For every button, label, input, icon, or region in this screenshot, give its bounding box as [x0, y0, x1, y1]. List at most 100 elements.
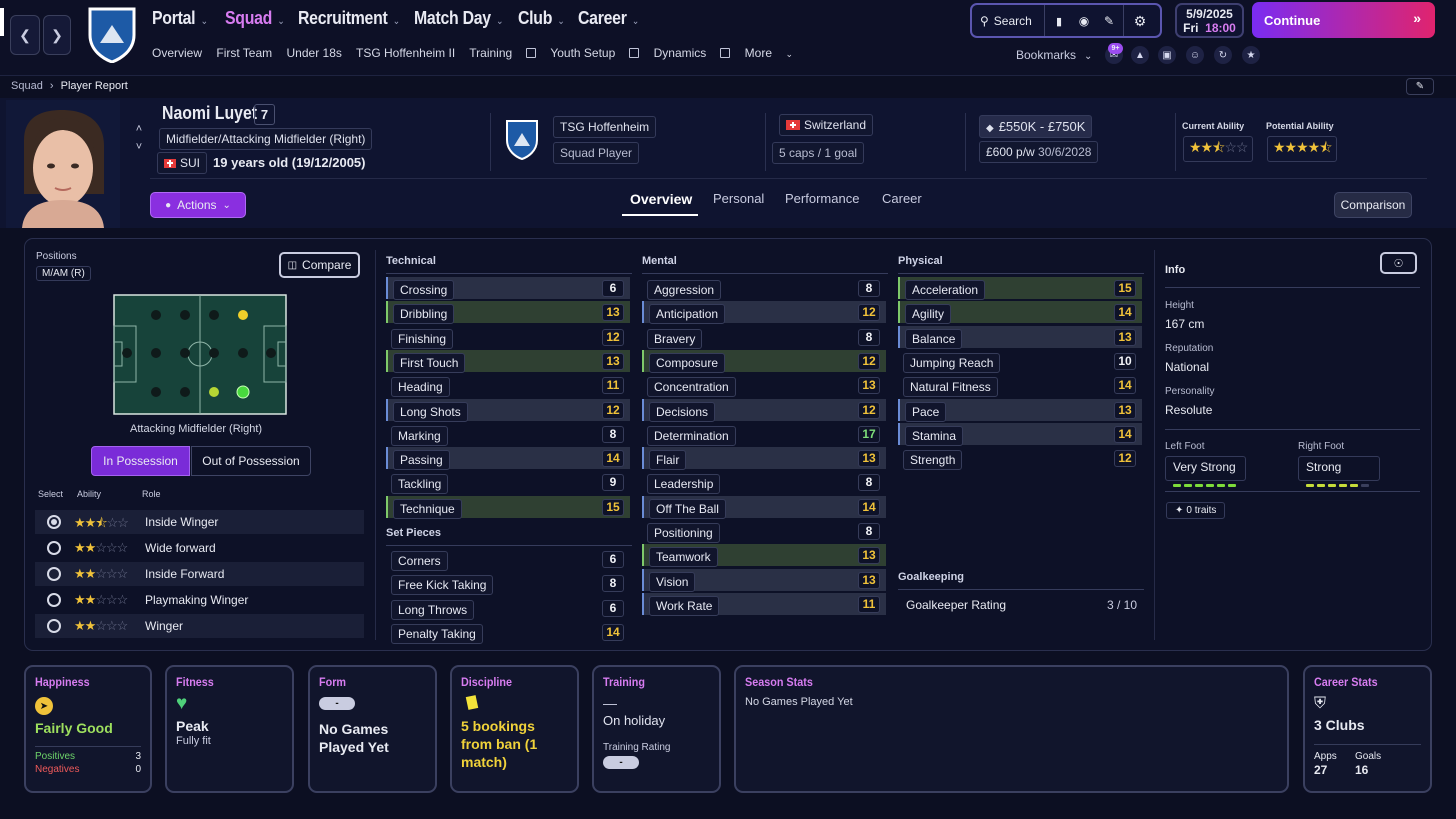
attribute-row[interactable]: Teamwork 13 — [642, 544, 886, 568]
nav-squad[interactable]: Squad ⌄ — [225, 8, 285, 29]
form-card[interactable]: Form - No Games Played Yet — [308, 665, 437, 793]
attribute-row[interactable]: Agility 14 — [898, 301, 1142, 325]
date-display[interactable]: 5/9/2025 Fri 18:00 — [1175, 3, 1244, 38]
happiness-card[interactable]: Happiness ➤ Fairly Good Positives 3 Negat… — [24, 665, 152, 793]
club-pill[interactable]: TSG Hoffenheim — [553, 116, 657, 138]
bookmark-icon[interactable]: ▮ — [1048, 11, 1070, 31]
attribute-row[interactable]: Free Kick Taking 8 — [386, 572, 630, 596]
nav-match-day[interactable]: Match Day ⌄ — [414, 8, 504, 29]
continue-button[interactable]: Continue » — [1252, 2, 1435, 38]
attribute-row[interactable]: Stamina 14 — [898, 422, 1142, 446]
attribute-row[interactable]: Positioning 8 — [642, 520, 886, 543]
tab-performance[interactable]: Performance — [785, 191, 859, 206]
attribute-row[interactable]: Anticipation 12 — [642, 301, 886, 325]
attribute-row[interactable]: Long Shots 12 — [386, 398, 630, 422]
role-row[interactable]: ★★☆☆☆ Winger — [35, 614, 364, 638]
subnav-dynamics[interactable]: Dynamics — [654, 46, 731, 60]
traits-pill[interactable]: ✦ 0 traits — [1166, 502, 1226, 519]
attribute-row[interactable]: Dribbling 13 — [386, 301, 630, 325]
attribute-row[interactable]: Bravery 8 — [642, 326, 886, 349]
fitness-card[interactable]: Fitness ♥ Peak Fully fit — [165, 665, 294, 793]
role-row[interactable]: ★★⯪☆☆ Inside Winger — [35, 510, 364, 534]
attribute-row[interactable]: Heading 11 — [386, 374, 630, 398]
profile-icon[interactable]: ☉ — [1380, 252, 1417, 274]
attribute-row[interactable]: Concentration 13 — [642, 374, 886, 398]
attribute-row[interactable]: Decisions 12 — [642, 398, 886, 422]
subnav-first-team[interactable]: First Team — [216, 46, 272, 60]
actions-button[interactable]: ● Actions ⌄ — [150, 192, 246, 218]
club-badge-icon[interactable] — [86, 5, 138, 64]
attribute-row[interactable]: Crossing 6 — [386, 277, 630, 300]
attribute-row[interactable]: Composure 12 — [642, 349, 886, 373]
attribute-row[interactable]: Jumping Reach 10 — [898, 350, 1142, 373]
shirt-icon[interactable]: ▲ — [1131, 46, 1149, 64]
edit-icon[interactable]: ✎ — [1098, 11, 1120, 31]
attribute-row[interactable]: Technique 15 — [386, 495, 630, 519]
attribute-row[interactable]: Vision 13 — [642, 568, 886, 592]
chevron-up-icon[interactable]: ˄ — [133, 123, 145, 135]
subnav-reserves[interactable]: TSG Hoffenheim II — [356, 46, 455, 60]
attribute-row[interactable]: Flair 13 — [642, 447, 886, 471]
attribute-row[interactable]: Aggression 8 — [642, 277, 886, 300]
subnav-under-18s[interactable]: Under 18s — [287, 46, 342, 60]
edit-icon[interactable]: ✎ — [1406, 78, 1434, 95]
nav-club[interactable]: Club ⌄ — [518, 8, 565, 29]
role-row[interactable]: ★★☆☆☆ Wide forward — [35, 536, 364, 560]
forward-button[interactable]: ❯ — [43, 15, 71, 55]
career-stats-card[interactable]: Career Stats ⛨ 3 Clubs Apps 27 Goals 16 — [1303, 665, 1432, 793]
attribute-row[interactable]: First Touch 13 — [386, 349, 630, 373]
attribute-row[interactable]: Passing 14 — [386, 447, 630, 471]
nav-portal[interactable]: Portal ⌄ — [152, 8, 208, 29]
attribute-row[interactable]: Finishing 12 — [386, 326, 630, 349]
search-button[interactable]: ⚲ Search — [980, 12, 1032, 30]
in-possession-toggle[interactable]: In Possession — [91, 446, 190, 476]
subnav-more[interactable]: More ⌄ — [745, 46, 804, 60]
refresh-icon[interactable]: ↻ — [1214, 46, 1232, 64]
role-row[interactable]: ★★☆☆☆ Playmaking Winger — [35, 588, 364, 612]
training-card[interactable]: Training — On holiday Training Rating - — [592, 665, 721, 793]
subnav-youth-setup[interactable]: Youth Setup — [550, 46, 640, 60]
subnav-overview[interactable]: Overview — [152, 46, 202, 60]
people-icon[interactable]: ☺ — [1186, 46, 1204, 64]
role-radio[interactable] — [47, 619, 61, 633]
attribute-row[interactable]: Long Throws 6 — [386, 597, 630, 620]
back-button[interactable]: ❮ — [10, 15, 40, 55]
attribute-row[interactable]: Tackling 9 — [386, 471, 630, 495]
attribute-row[interactable]: Marking 8 — [386, 423, 630, 446]
attribute-row[interactable]: Off The Ball 14 — [642, 495, 886, 519]
tab-personal[interactable]: Personal — [713, 191, 764, 206]
attribute-row[interactable]: Penalty Taking 14 — [386, 621, 630, 644]
discipline-card[interactable]: Discipline 5 bookings from ban (1 match) — [450, 665, 579, 793]
attribute-row[interactable]: Work Rate 11 — [642, 592, 886, 616]
globe-icon[interactable]: ◉ — [1073, 11, 1095, 31]
role-radio[interactable] — [47, 567, 61, 581]
attribute-row[interactable]: Acceleration 15 — [898, 277, 1142, 300]
trophy-icon[interactable]: ★ — [1242, 46, 1260, 64]
role-radio[interactable] — [47, 593, 61, 607]
role-radio[interactable] — [47, 515, 61, 529]
clipboard-icon[interactable]: ▣ — [1158, 46, 1176, 64]
attribute-row[interactable]: Determination 17 — [642, 423, 886, 446]
subnav-training[interactable]: Training — [469, 46, 537, 60]
tab-overview[interactable]: Overview — [630, 191, 692, 207]
attribute-row[interactable]: Leadership 8 — [642, 471, 886, 495]
role-radio[interactable] — [47, 541, 61, 555]
out-of-possession-toggle[interactable]: Out of Possession — [191, 446, 311, 476]
chevron-down-icon[interactable]: ˅ — [133, 141, 145, 153]
attribute-value: 12 — [602, 328, 624, 346]
attribute-row[interactable]: Strength 12 — [898, 447, 1142, 471]
compare-button[interactable]: ◫ Compare — [279, 252, 360, 278]
bookmarks-dropdown[interactable]: Bookmarks ⌄ — [1016, 48, 1092, 62]
nav-recruitment[interactable]: Recruitment ⌄ — [298, 8, 400, 29]
attribute-row[interactable]: Pace 13 — [898, 398, 1142, 422]
role-row[interactable]: ★★☆☆☆ Inside Forward — [35, 562, 364, 586]
attribute-row[interactable]: Corners 6 — [386, 548, 630, 571]
attribute-row[interactable]: Natural Fitness 14 — [898, 374, 1142, 398]
breadcrumb-parent[interactable]: Squad — [11, 80, 43, 92]
gear-icon[interactable]: ⚙ — [1128, 11, 1152, 31]
nav-career[interactable]: Career ⌄ — [578, 8, 639, 29]
attribute-row[interactable]: Balance 13 — [898, 325, 1142, 349]
season-stats-card[interactable]: Season Stats No Games Played Yet — [734, 665, 1289, 793]
comparison-button[interactable]: Comparison — [1334, 192, 1412, 218]
tab-career[interactable]: Career — [882, 191, 922, 206]
